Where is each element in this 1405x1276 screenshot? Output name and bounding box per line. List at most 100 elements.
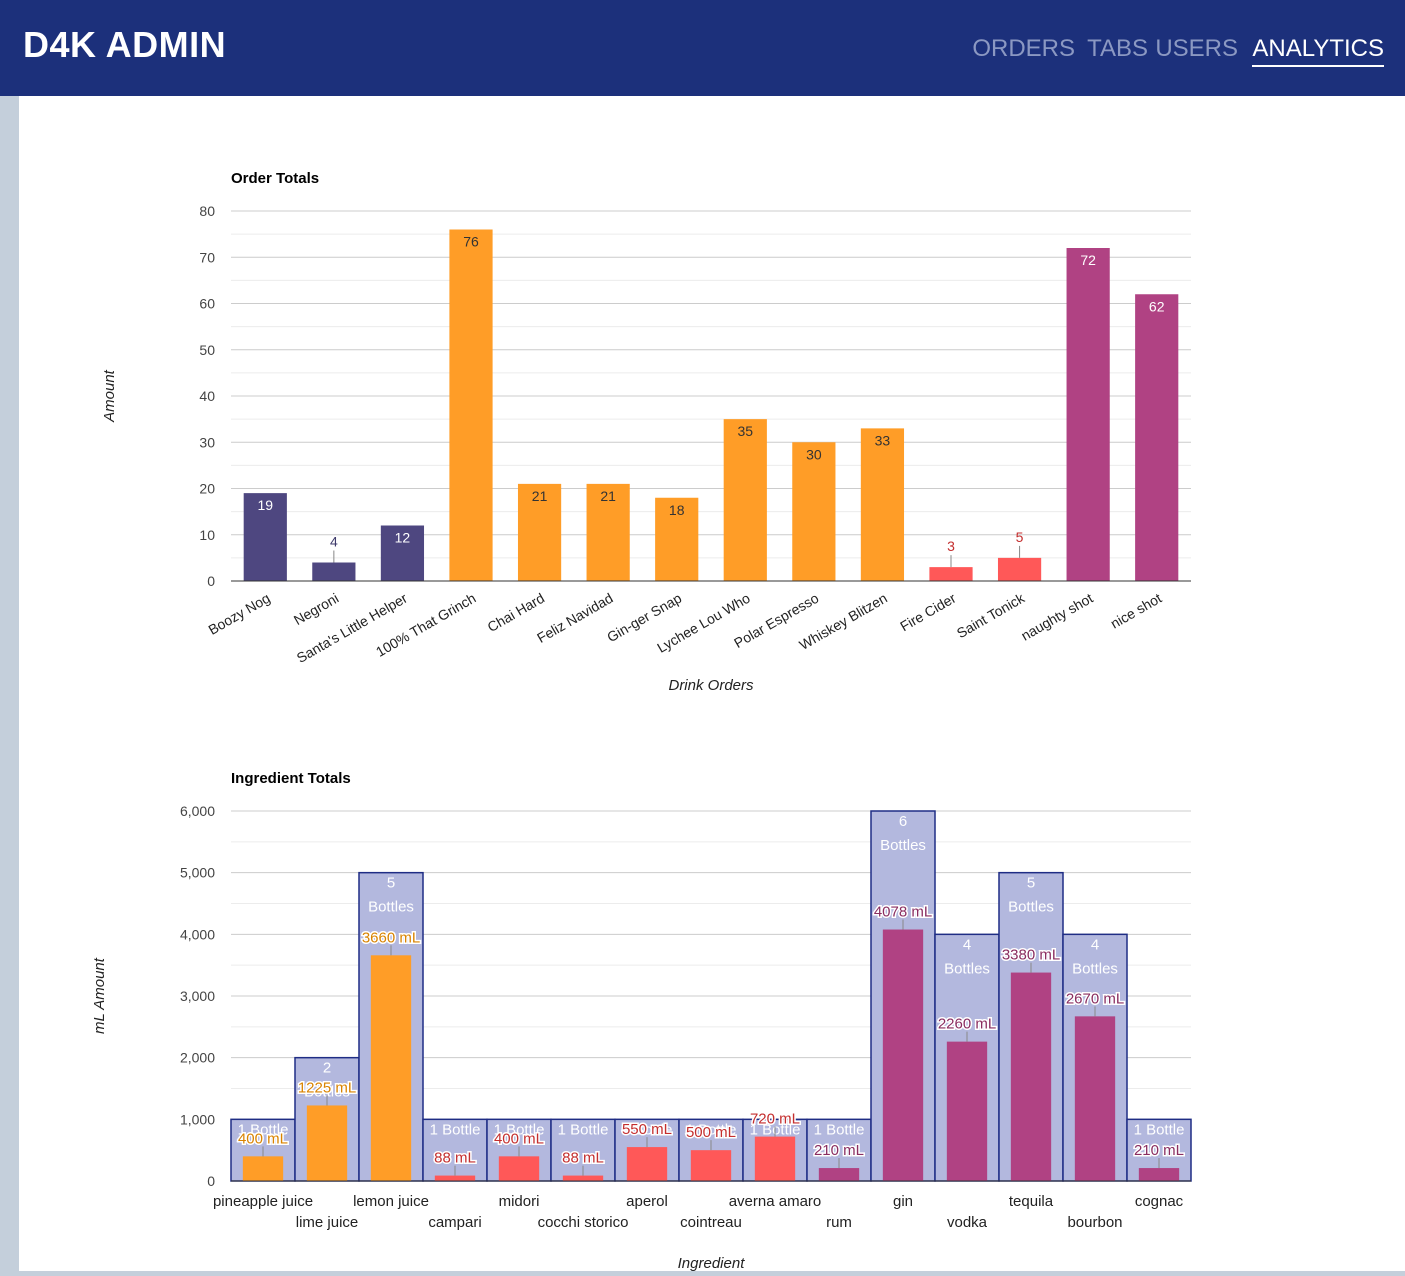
x-tick-label: lime juice [296, 1214, 359, 1231]
nav-tabs[interactable]: TABS [1087, 35, 1148, 63]
ml-label: 720 mL [750, 1111, 800, 1128]
bar [449, 229, 493, 581]
bottle-label: 5 [387, 875, 395, 892]
order-totals-chart: 0 10 20 30 40 50 60 70 80 Order Totals Drink Order… [101, 170, 1191, 694]
bar [1066, 248, 1110, 581]
ml-bar [818, 1168, 860, 1181]
ml-label: 2260 mL [938, 1016, 996, 1033]
bottle-label: Bottles [1008, 899, 1054, 916]
bottle-label: Bottles [880, 837, 926, 854]
data-label: 30 [806, 446, 822, 462]
ml-bar [1010, 972, 1052, 1181]
x-tick-label: Santa's Little Helper [294, 590, 410, 666]
bar [723, 419, 767, 581]
x-tick-label: Boozy Nog [205, 590, 272, 638]
ml-bar [242, 1156, 284, 1181]
x-tick-label: gin [893, 1193, 913, 1210]
ml-bar [882, 929, 924, 1181]
ml-bar [370, 955, 412, 1181]
data-label: 62 [1149, 298, 1165, 314]
x-tick-label: pineapple juice [213, 1193, 313, 1210]
y-tick-label: 40 [199, 388, 215, 404]
data-label: 33 [875, 432, 891, 448]
brand-logo-text[interactable]: D4K ADMIN [23, 24, 226, 66]
y-tick-label: 4,000 [180, 926, 215, 942]
data-label: 18 [669, 502, 685, 518]
nav-users[interactable]: USERS [1155, 35, 1238, 63]
x-tick-label: Negroni [291, 590, 341, 628]
data-label: 12 [395, 530, 411, 546]
x-tick-label: lemon juice [353, 1193, 429, 1210]
bar [997, 557, 1042, 581]
bottle-label: Bottles [944, 960, 990, 977]
ingredient-totals-chart: 0 1,000 2,000 3,000 4,000 5,000 6,000 Ingredien… [91, 770, 1192, 1272]
x-tick-label: Saint Tonick [954, 589, 1028, 641]
data-label: 72 [1080, 252, 1096, 268]
data-label: 35 [737, 423, 753, 439]
y-tick-label: 2,000 [180, 1050, 215, 1066]
data-label: 3 [947, 538, 955, 554]
bottle-label: 4 [1091, 936, 1099, 953]
x-tick-label: cocchi storico [538, 1214, 629, 1231]
ml-bar [754, 1136, 796, 1181]
y-tick-label: 5,000 [180, 865, 215, 881]
bottle-label: 1 Bottle [430, 1121, 481, 1138]
x-tick-label: cointreau [680, 1214, 742, 1231]
ml-label: 210 mL [814, 1142, 864, 1159]
y-tick-label: 50 [199, 342, 215, 358]
bottle-label: 1 Bottle [558, 1121, 609, 1138]
ml-label: 88 mL [434, 1150, 476, 1167]
ml-label: 500 mL [686, 1124, 736, 1141]
bottle-label: 1 Bottle [814, 1121, 865, 1138]
bar [929, 567, 973, 581]
data-label: 19 [257, 497, 273, 513]
bar [860, 428, 905, 581]
data-label: 4 [330, 534, 338, 550]
bar [312, 562, 356, 581]
ml-bar [1074, 1016, 1116, 1181]
y-tick-label: 1,000 [180, 1111, 215, 1127]
x-tick-label: rum [826, 1214, 852, 1231]
x-tick-label: naughty shot [1018, 590, 1096, 644]
nav-orders[interactable]: ORDERS [972, 35, 1075, 63]
ml-label: 2670 mL [1066, 990, 1124, 1007]
x-tick-label: midori [499, 1193, 540, 1210]
data-label: 21 [600, 488, 616, 504]
x-tick-label: averna amaro [729, 1193, 822, 1210]
x-tick-label: vodka [947, 1214, 988, 1231]
nav-analytics[interactable]: ANALYTICS [1252, 35, 1384, 67]
y-tick-label: 80 [199, 203, 215, 219]
ml-label: 3660 mL [362, 929, 420, 946]
y-tick-label: 30 [199, 434, 215, 450]
y-tick-label: 0 [207, 573, 215, 589]
y-tick-label: 70 [199, 249, 215, 265]
y-tick-label: 10 [199, 527, 215, 543]
ml-bar [626, 1147, 668, 1181]
bottle-label: Bottles [1072, 960, 1118, 977]
ml-label: 3380 mL [1002, 947, 1060, 964]
bottle-label: 4 [963, 936, 971, 953]
x-tick-label: aperol [626, 1193, 668, 1210]
y-tick-label: 0 [207, 1173, 215, 1189]
y-axis-title: mL Amount [91, 957, 108, 1034]
ml-label: 4078 mL [874, 904, 932, 921]
ml-label: 88 mL [562, 1150, 604, 1167]
bar [1135, 294, 1179, 581]
x-tick-label: campari [428, 1214, 481, 1231]
y-axis-title: Amount [101, 369, 118, 423]
chart-title: Ingredient Totals [231, 770, 351, 787]
top-navbar: D4K ADMIN ORDERS TABS USERS ANALYTICS [0, 0, 1405, 96]
ml-bar [306, 1105, 348, 1181]
ml-bar [562, 1175, 604, 1181]
x-axis-title: Drink Orders [668, 677, 754, 694]
y-tick-label: 6,000 [180, 803, 215, 819]
x-tick-label: Feliz Navidad [534, 590, 615, 646]
data-label: 76 [463, 234, 479, 250]
x-tick-label: tequila [1009, 1193, 1054, 1210]
ml-bar [690, 1150, 732, 1181]
bottle-label: Bottles [368, 899, 414, 916]
ml-bar [434, 1175, 476, 1181]
x-tick-label: Fire Cider [897, 590, 959, 635]
ml-label: 1225 mL [298, 1079, 356, 1096]
ml-bar [1138, 1168, 1180, 1181]
